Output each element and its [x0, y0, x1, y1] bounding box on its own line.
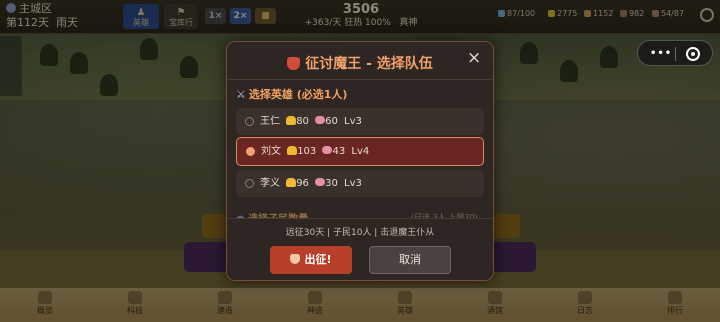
hero-intellect: 43 [332, 146, 346, 157]
hero-intellect: 60 [325, 116, 338, 127]
strength-icon [286, 116, 297, 125]
march-button[interactable]: 出征! [270, 246, 352, 274]
radio-button[interactable] [245, 117, 254, 126]
hero-option-wangren[interactable]: 王仁 80 60 Lv3 [236, 108, 484, 135]
intellect-icon [315, 116, 326, 124]
intellect-icon [315, 178, 326, 186]
more-icon[interactable]: ••• [650, 49, 672, 59]
strength-icon [286, 178, 297, 187]
hero-strength: 96 [296, 178, 309, 189]
hero-name: 王仁 [260, 116, 280, 127]
hero-level: Lv3 [344, 178, 362, 189]
hero-strength: 103 [297, 146, 317, 157]
demon-icon [287, 57, 301, 70]
cancel-button[interactable]: 取消 [369, 246, 451, 274]
hero-intellect: 30 [325, 178, 338, 189]
capsule-divider [675, 47, 676, 61]
intellect-icon [322, 146, 333, 154]
hero-option-liuwen[interactable]: 刘文 103 43 Lv4 [236, 137, 484, 166]
radio-button[interactable] [245, 179, 254, 188]
demon-icon [290, 254, 301, 264]
close-miniprogram-icon[interactable] [686, 47, 700, 61]
hero-section-title: ⚔ 选择英雄 (必选1人) [236, 86, 347, 102]
hero-strength: 80 [296, 116, 309, 127]
hero-option-liyi[interactable]: 李义 96 30 Lv3 [236, 170, 484, 197]
game-screen: 主城区 第112天 雨天 ♟ 英雄 ⚑ 宝库行 1× 2× ■ 3506 +36… [0, 0, 720, 322]
miniprogram-capsule: ••• [637, 40, 713, 66]
swords-icon: ⚔ [236, 88, 246, 101]
dialog-header: 征讨魔王 - 选择队伍 × [227, 42, 493, 80]
march-button-label: 出征! [304, 253, 332, 266]
expedition-summary: 远征30天 | 子民10人 | 击退魔王仆从 [285, 228, 435, 238]
dialog-title-text: 征讨魔王 - 选择队伍 [305, 56, 433, 72]
hero-name: 李义 [260, 178, 280, 189]
hero-level: Lv3 [344, 116, 362, 127]
hero-level: Lv4 [351, 146, 370, 157]
hero-name: 刘文 [261, 146, 281, 157]
dialog-title: 征讨魔王 - 选择队伍 [227, 53, 493, 73]
close-button[interactable]: × [467, 48, 481, 68]
hero-section-label: 选择英雄 (必选1人) [248, 88, 348, 101]
strength-icon [287, 146, 298, 155]
radio-button-selected[interactable] [246, 147, 255, 156]
